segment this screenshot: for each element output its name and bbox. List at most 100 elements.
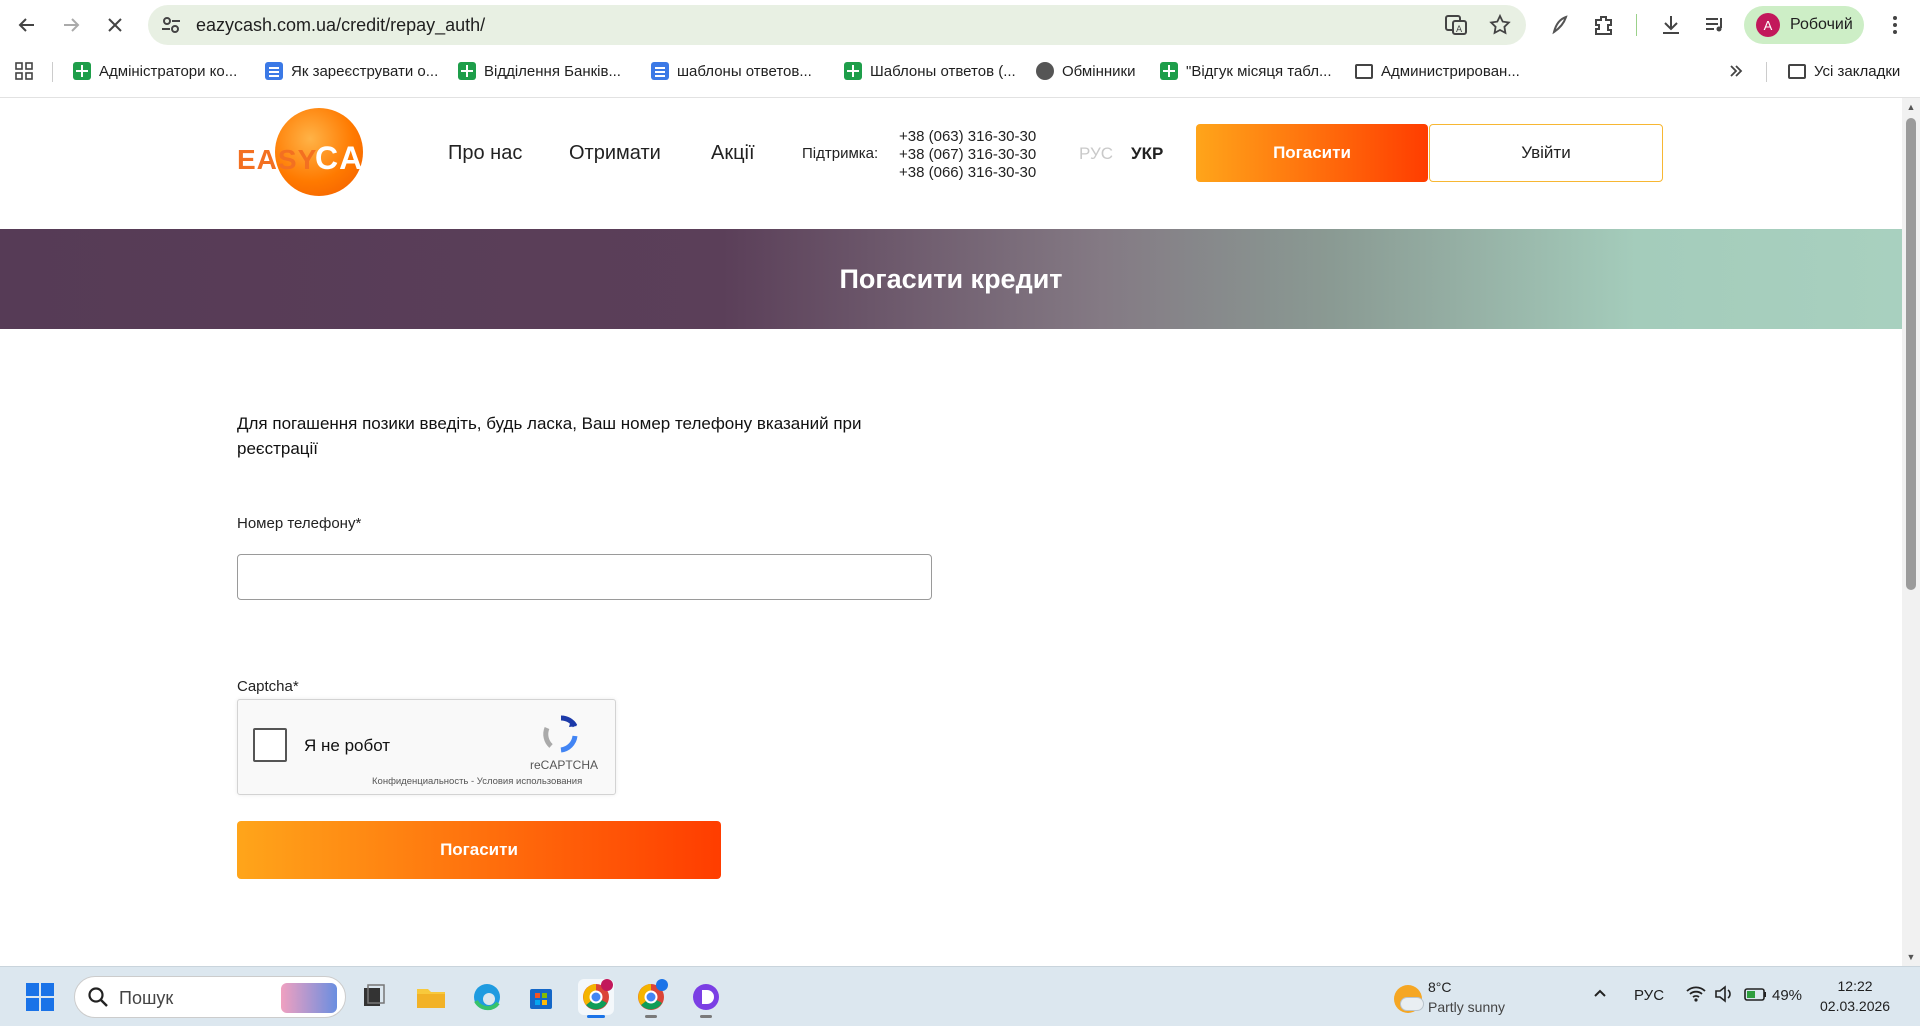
page-title: Погасити кредит: [839, 263, 1063, 294]
wifi-icon[interactable]: [1686, 985, 1706, 1003]
recaptcha-links[interactable]: Конфиденциальность - Условия использован…: [372, 776, 582, 787]
bookmark-label: Администрирован...: [1381, 62, 1520, 80]
logo-easy: EASY: [237, 144, 318, 175]
sheets-icon: [1160, 62, 1178, 80]
more-menu-icon[interactable]: [1882, 12, 1908, 38]
sheets-icon: [458, 62, 476, 80]
bookmark-item[interactable]: "Відгук місяця табл...: [1160, 60, 1331, 82]
download-icon[interactable]: [1658, 12, 1684, 38]
svg-text:A: A: [1456, 25, 1463, 35]
bookmark-label: Адміністратори ко...: [99, 62, 238, 80]
profile-button[interactable]: A Робочий: [1744, 6, 1864, 44]
battery-icon[interactable]: [1744, 985, 1768, 1003]
support-label: Підтримка:: [802, 145, 879, 162]
task-view-icon[interactable]: [355, 979, 391, 1015]
web-page: EASY CASH Про нас Отримати Акції Підтрим…: [0, 98, 1902, 966]
more-bookmarks-icon[interactable]: [1728, 60, 1744, 82]
recaptcha-icon: [541, 714, 581, 754]
browser-toolbar: eazycash.com.ua/credit/repay_auth/ A A Р…: [0, 0, 1920, 50]
bookmark-label: "Відгук місяця табл...: [1186, 62, 1332, 80]
site-logo[interactable]: EASY CASH: [237, 108, 409, 196]
system-clock[interactable]: 12:22 02.03.2026: [1820, 976, 1890, 1016]
nav-get[interactable]: Отримати: [569, 142, 661, 165]
search-highlight-image: [281, 983, 337, 1013]
bookmark-item[interactable]: Шаблоны ответов (...: [844, 60, 1016, 82]
apps-grid-icon[interactable]: [14, 60, 34, 82]
chrome-profile-a-icon[interactable]: [578, 979, 614, 1018]
nav-about[interactable]: Про нас: [448, 142, 522, 165]
nav-promos[interactable]: Акції: [711, 142, 755, 165]
tray-chevron-icon[interactable]: [1592, 985, 1608, 1001]
weather-temp: 8°C: [1428, 979, 1452, 995]
close-icon: [108, 18, 122, 32]
bookmarks-separator: [1766, 62, 1767, 82]
url-text[interactable]: eazycash.com.ua/credit/repay_auth/: [196, 15, 485, 36]
bookmark-item[interactable]: Администрирован...: [1355, 60, 1520, 82]
address-bar[interactable]: eazycash.com.ua/credit/repay_auth/ A: [148, 5, 1526, 45]
windows-taskbar: Пошук 8°C Partly sunny РУС 49% 12:22 02.…: [0, 966, 1920, 1026]
active-indicator: [587, 1015, 605, 1018]
arrow-right-icon: [64, 18, 80, 32]
volume-icon[interactable]: [1714, 985, 1734, 1003]
bookmark-item[interactable]: Відділення Банків...: [458, 60, 621, 82]
all-bookmarks-folder[interactable]: Усі закладки: [1788, 60, 1900, 82]
star-icon[interactable]: [1488, 13, 1512, 37]
clock-time: 12:22: [1837, 978, 1873, 994]
bookmark-label: Обмінники: [1062, 62, 1136, 80]
page-banner: Погасити кредит: [0, 229, 1902, 329]
input-language[interactable]: РУС: [1634, 987, 1664, 1004]
recaptcha-text: Я не робот: [304, 736, 391, 755]
globe-icon: [1036, 62, 1054, 80]
profile-name: Робочий: [1790, 16, 1853, 33]
arrow-left-icon: [18, 18, 34, 32]
extension-feather-icon[interactable]: [1546, 12, 1572, 38]
forward-button[interactable]: [56, 10, 86, 40]
recaptcha-checkbox[interactable]: [253, 728, 287, 762]
scroll-up-icon[interactable]: ▲: [1906, 102, 1916, 112]
bookmark-item[interactable]: Обмінники: [1036, 60, 1135, 82]
captcha-label: Captcha*: [237, 678, 299, 695]
phone-number[interactable]: +38 (067) 316-30-30: [899, 146, 1036, 164]
login-button[interactable]: Увійти: [1429, 124, 1663, 182]
site-settings-icon[interactable]: [160, 14, 182, 36]
folder-icon: [1355, 63, 1373, 79]
sheets-icon: [73, 62, 91, 80]
taskbar-search[interactable]: Пошук: [74, 976, 346, 1018]
file-explorer-icon[interactable]: [413, 979, 449, 1015]
store-icon[interactable]: [523, 979, 559, 1015]
edge-icon[interactable]: [469, 979, 505, 1015]
header-pay-button[interactable]: Погасити: [1196, 124, 1428, 182]
stop-button[interactable]: [100, 10, 130, 40]
bookmark-item[interactable]: Як зареєструвати о...: [265, 60, 438, 82]
chrome-profile-r-icon[interactable]: [633, 979, 669, 1018]
extensions-icon[interactable]: [1591, 12, 1617, 38]
phone-label: Номер телефону*: [237, 515, 362, 532]
avatar: A: [1756, 13, 1780, 37]
recaptcha-brand: reCAPTCHA: [530, 758, 599, 772]
running-indicator: [700, 1015, 712, 1018]
browser-chrome: eazycash.com.ua/credit/repay_auth/ A A Р…: [0, 0, 1920, 98]
windows-start-icon[interactable]: [26, 983, 54, 1011]
logo-cash: CASH: [315, 140, 410, 176]
back-button[interactable]: [12, 10, 42, 40]
bookmark-label: Як зареєструвати о...: [291, 62, 439, 80]
submit-pay-button[interactable]: Погасити: [237, 821, 721, 879]
lang-uk[interactable]: УКР: [1131, 144, 1163, 164]
scroll-down-icon[interactable]: ▼: [1906, 952, 1916, 962]
recaptcha-widget: Я не робот reCAPTCHA Конфиденциальность …: [237, 699, 616, 795]
search-placeholder: Пошук: [119, 988, 174, 1008]
weather-widget[interactable]: 8°C Partly sunny: [1390, 975, 1570, 1019]
bookmark-item[interactable]: шаблоны ответов...: [651, 60, 812, 82]
media-control-icon[interactable]: [1702, 12, 1728, 38]
bookmark-item[interactable]: Адміністратори ко...: [73, 60, 237, 82]
phone-number[interactable]: +38 (066) 316-30-30: [899, 164, 1036, 182]
translate-icon[interactable]: A: [1444, 13, 1468, 37]
support-phones: +38 (063) 316-30-30 +38 (067) 316-30-30 …: [899, 128, 1036, 182]
phone-number[interactable]: +38 (063) 316-30-30: [899, 128, 1036, 146]
app-purple-icon[interactable]: [688, 979, 724, 1018]
clock-date: 02.03.2026: [1820, 998, 1891, 1014]
page-scrollbar[interactable]: ▲ ▼: [1902, 98, 1920, 966]
scrollbar-thumb[interactable]: [1906, 118, 1916, 590]
phone-input[interactable]: [237, 554, 932, 600]
lang-ru[interactable]: РУС: [1079, 144, 1113, 164]
